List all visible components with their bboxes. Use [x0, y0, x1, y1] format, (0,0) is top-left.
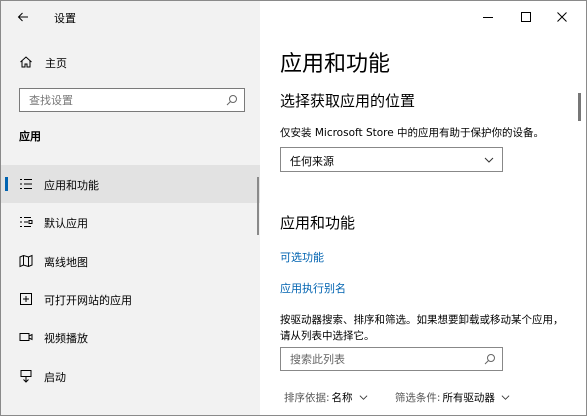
sort-by-dropdown[interactable]: 排序依据: 名称 [284, 390, 368, 405]
startup-icon [20, 370, 32, 383]
settings-window: 设置 主页 应用 应用和功能 默认应用 离线地图 可打开网站的应用 [0, 0, 587, 416]
maximize-icon [521, 12, 531, 22]
sort-value: 名称 [331, 392, 353, 404]
search-icon[interactable] [226, 94, 238, 106]
apps-features-heading: 应用和功能 [280, 214, 356, 232]
website-apps-icon [20, 293, 32, 305]
sidebar-section-heading: 应用 [19, 130, 41, 143]
app-source-dropdown[interactable]: 任何来源 [280, 147, 503, 172]
sort-filter-row: 排序依据: 名称 筛选条件: 所有驱动器 [284, 390, 510, 405]
settings-search-box[interactable] [19, 88, 245, 112]
main-scrollbar[interactable] [578, 93, 581, 121]
main-content: 应用和功能 选择获取应用的位置 仅安装 Microsoft Store 中的应用… [260, 1, 586, 415]
sidebar-item-startup[interactable]: 启动 [1, 357, 260, 395]
app-list-search-input[interactable] [281, 348, 480, 370]
minimize-icon [483, 17, 493, 18]
sidebar-item-apps-features[interactable]: 应用和功能 [1, 165, 260, 203]
title-bar-left: 设置 [1, 1, 260, 33]
sidebar-item-video-playback[interactable]: 视频播放 [1, 318, 260, 356]
apps-list-icon [20, 179, 32, 189]
search-icon[interactable] [484, 353, 496, 365]
sidebar-item-default-apps[interactable]: 默认应用 [1, 203, 260, 241]
sidebar-item-label: 启动 [44, 371, 66, 384]
back-arrow-icon [17, 12, 28, 22]
maximize-button[interactable] [516, 7, 536, 27]
sort-label: 排序依据: [284, 392, 330, 404]
home-icon [20, 56, 32, 68]
chevron-down-icon [484, 157, 494, 163]
active-indicator [5, 177, 8, 191]
video-playback-icon [19, 333, 33, 341]
home-label: 主页 [45, 57, 67, 70]
default-apps-icon [20, 217, 33, 227]
optional-features-link[interactable]: 可选功能 [280, 249, 324, 265]
window-title: 设置 [54, 12, 76, 25]
sidebar-item-offline-maps[interactable]: 离线地图 [1, 242, 260, 280]
settings-search-input[interactable] [20, 89, 225, 111]
page-title: 应用和功能 [280, 52, 391, 77]
chevron-down-icon [359, 395, 367, 400]
filter-value: 所有驱动器 [442, 392, 495, 404]
app-execution-aliases-link[interactable]: 应用执行别名 [280, 280, 346, 296]
sidebar-item-label: 默认应用 [44, 217, 88, 230]
sidebar-item-label: 离线地图 [44, 256, 88, 269]
minimize-button[interactable] [478, 7, 498, 27]
sidebar-item-label: 可打开网站的应用 [44, 294, 132, 307]
apps-search-description: 按驱动器搜索、排序和筛选。如果想要卸载或移动某个应用，请从列表中选择它。 [280, 314, 564, 342]
close-icon [557, 12, 567, 22]
offline-maps-icon [19, 254, 33, 268]
sidebar-item-label: 应用和功能 [44, 179, 99, 192]
app-list-search-box[interactable] [280, 347, 503, 371]
install-location-heading: 选择获取应用的位置 [280, 92, 416, 110]
sidebar-scrollbar[interactable] [257, 177, 259, 235]
back-button[interactable] [13, 7, 33, 27]
sidebar-item-label: 视频播放 [44, 332, 88, 345]
dropdown-value: 任何来源 [290, 155, 334, 168]
chevron-down-icon [501, 395, 510, 400]
sidebar-item-home[interactable]: 主页 [1, 48, 260, 76]
filter-by-dropdown[interactable]: 筛选条件: 所有驱动器 [395, 390, 510, 405]
close-button[interactable] [552, 7, 572, 27]
sidebar: 设置 主页 应用 应用和功能 默认应用 离线地图 可打开网站的应用 [1, 1, 260, 415]
filter-label: 筛选条件: [394, 392, 441, 404]
install-location-description: 仅安装 Microsoft Store 中的应用有助于保护你的设备。 [280, 127, 545, 139]
sidebar-item-website-apps[interactable]: 可打开网站的应用 [1, 280, 260, 318]
